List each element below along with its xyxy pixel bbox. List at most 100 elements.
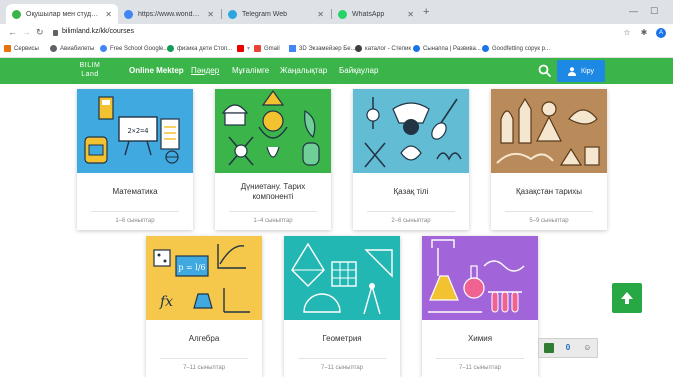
bookmark-item[interactable]: Сынаппа | Развива...: [413, 45, 481, 52]
chemistry-illustration-icon: [428, 239, 525, 313]
course-title: Геометрия: [322, 334, 362, 343]
nav-contests[interactable]: Байқаулар: [339, 66, 378, 75]
course-grades: 7–11 сыныптар: [320, 365, 364, 371]
course-illustration: p = l/6 fx: [146, 236, 262, 320]
bookmark-favicon-icon: [482, 45, 489, 52]
browser-tab[interactable]: Telegram Web ✕: [222, 4, 330, 24]
course-grades: 7–11 сыныптар: [458, 365, 502, 371]
youtube-icon: [237, 45, 244, 52]
tab-close-icon[interactable]: ✕: [317, 10, 324, 19]
bookmark-favicon-icon: [355, 45, 362, 52]
tab-label: https://www.wonderbrand.com/c: [138, 10, 203, 18]
course-card-geometry[interactable]: Геометрия 7–11 сыныптар: [284, 236, 400, 377]
course-title: Қазақстан тарихы: [516, 187, 582, 196]
reload-icon[interactable]: ↻: [36, 27, 44, 38]
minimize-icon[interactable]: —: [629, 6, 638, 16]
browser-tab[interactable]: https://www.wonderbrand.com/c ✕: [118, 4, 220, 24]
bookmark-label: 3D Экзамейзер Бе...: [299, 45, 356, 52]
tab-favicon-icon: [228, 9, 237, 19]
bookmark-label: Goodfetting сорук р...: [492, 45, 550, 52]
logo-text: BILIM: [79, 62, 101, 69]
course-title: Қазақ тілі: [393, 187, 429, 196]
browser-tab[interactable]: WhatsApp ✕: [332, 4, 420, 24]
course-card-kazakh-language[interactable]: Қазақ тілі 2–6 сыныптар: [353, 89, 469, 230]
lock-icon: [53, 30, 58, 36]
course-illustration: [353, 89, 469, 173]
bookmark-favicon-icon: [100, 45, 107, 52]
gmail-icon: [254, 45, 262, 52]
bookmark-item[interactable]: физика дети Стоп...: [167, 45, 232, 52]
course-title: Дүниетану. Тарих компоненті: [240, 182, 306, 201]
course-illustration: [215, 89, 331, 173]
profile-avatar[interactable]: A: [656, 28, 666, 38]
bookmark-item[interactable]: 3D Экзамейзер Бе...: [289, 45, 356, 52]
system-tray: 0 ☺: [538, 338, 598, 358]
bookmark-favicon-icon: [289, 45, 296, 52]
scroll-to-top-button[interactable]: [612, 283, 642, 313]
tab-favicon-icon: [338, 9, 347, 19]
course-grades: 2–6 сыныптар: [391, 218, 431, 224]
back-icon[interactable]: ←: [8, 27, 17, 37]
browser-tab[interactable]: Оқушылар мен студенттерге ар ✕: [6, 4, 118, 24]
new-tab-icon[interactable]: +: [423, 6, 429, 18]
course-card-math[interactable]: 2×2=4 Математика 1–6 сыныптар: [77, 89, 193, 230]
url-field[interactable]: bilimland.kz/kk/courses: [62, 28, 134, 35]
smiley-icon[interactable]: ☺: [582, 343, 592, 353]
tab-label: Оқушылар мен студенттерге ар: [26, 10, 100, 18]
tab-close-icon[interactable]: ✕: [105, 10, 112, 19]
course-card-algebra[interactable]: p = l/6 fx Алгебра 7–11 сыныптар: [146, 236, 262, 377]
search-icon[interactable]: [538, 64, 551, 77]
logo-text: Land: [81, 71, 99, 78]
math-illustration-icon: 2×2=4: [84, 96, 180, 164]
geometry-illustration-icon: [291, 242, 393, 315]
site-logo[interactable]: BILIM Land: [75, 61, 105, 79]
tab-label: WhatsApp: [352, 10, 385, 18]
bookmark-item[interactable]: Goodfetting сорук р...: [482, 45, 550, 52]
course-illustration: [284, 236, 400, 320]
kazakh-language-illustration-icon: [364, 97, 462, 168]
bookmark-item[interactable]: каталог - Степик: [355, 45, 411, 52]
course-card-kazakhstan-history[interactable]: Қазақстан тарихы 5–9 сыныптар: [491, 89, 607, 230]
apps-icon: [4, 45, 11, 52]
extensions-icon[interactable]: ✱: [639, 28, 649, 38]
course-grades: 5–9 сыныптар: [529, 218, 569, 224]
course-card-world-history[interactable]: Дүниетану. Тарих компоненті 1–4 сыныптар: [215, 89, 331, 230]
course-title: Химия: [467, 334, 493, 343]
info-icon[interactable]: 0: [563, 343, 573, 353]
nav-for-teachers[interactable]: Мұғалімге: [232, 66, 269, 75]
nav-news[interactable]: Жаңалықтар: [280, 66, 327, 75]
bookmark-star-icon[interactable]: ☆: [622, 28, 632, 38]
course-grades: 1–4 сыныптар: [253, 218, 293, 224]
monitor-icon[interactable]: [543, 343, 554, 353]
bookmark-favicon-icon: [413, 45, 420, 52]
bookmark-favicon-icon: [50, 45, 57, 52]
arrow-up-icon: [621, 292, 633, 304]
bookmark-item[interactable]: Free School Google...: [100, 45, 168, 52]
history-illustration-icon: [221, 89, 320, 166]
bookmark-item[interactable]: ▾ Gmail: [237, 45, 280, 52]
course-title: Математика: [112, 187, 158, 196]
bookmark-label: Авиабилеты: [60, 45, 95, 52]
login-button[interactable]: Кіру: [557, 60, 605, 82]
course-illustration: 2×2=4: [77, 89, 193, 173]
course-illustration: [491, 89, 607, 173]
tab-close-icon[interactable]: ✕: [407, 10, 414, 19]
course-card-chemistry[interactable]: Химия 7–11 сыныптар: [422, 236, 538, 377]
course-title: Алгебра: [188, 334, 220, 343]
bookmark-label: Сынаппа | Развива...: [423, 45, 481, 52]
maximize-icon[interactable]: ☐: [650, 6, 658, 17]
bookmark-item[interactable]: Авиабилеты: [50, 45, 94, 52]
algebra-illustration-icon: p = l/6 fx: [153, 244, 250, 313]
bookmark-label: каталог - Степик: [365, 45, 411, 52]
bookmarks-bar: Сервисы Авиабилеты Free School Google...…: [0, 42, 673, 58]
forward-icon[interactable]: →: [22, 27, 31, 37]
tab-close-icon[interactable]: ✕: [207, 10, 214, 19]
user-icon: [568, 66, 577, 76]
tab-favicon-icon: [12, 9, 21, 19]
nav-subjects[interactable]: Пәндер: [191, 66, 219, 75]
nav-online-mektep[interactable]: Online Mektep: [129, 66, 184, 75]
svg-text:p = l/6: p = l/6: [178, 263, 205, 272]
bookmark-item[interactable]: Сервисы: [4, 45, 39, 52]
login-label: Кіру: [581, 67, 594, 75]
svg-text:2×2=4: 2×2=4: [127, 127, 148, 135]
